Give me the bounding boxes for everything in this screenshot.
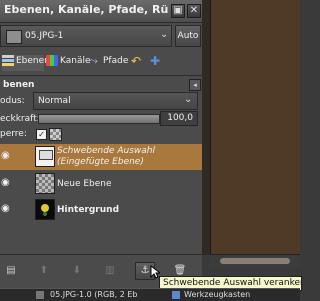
lock-label: perre: xyxy=(0,129,27,139)
scrollbar-thumb[interactable] xyxy=(220,258,290,264)
channels-icon xyxy=(46,55,58,66)
taskbar: 05.JPG-1.0 (RGB, 2 Eb Werkzeugkasten xyxy=(0,288,300,301)
mode-select[interactable]: Normal ⌄ xyxy=(33,92,198,110)
eye-icon[interactable]: ◉ xyxy=(1,178,13,188)
auto-button[interactable]: Auto xyxy=(175,25,201,47)
layer-thumbnail xyxy=(35,199,55,220)
tab-layers[interactable]: Ebenen xyxy=(2,55,50,71)
image-icon xyxy=(6,30,22,44)
layer-name-subtitle: (Eingefügte Ebene) xyxy=(57,157,144,167)
layer-thumbnail xyxy=(35,173,55,194)
raise-layer-icon[interactable]: ⬆ xyxy=(35,263,53,279)
navigate-icon[interactable]: ✚ xyxy=(150,54,164,70)
opacity-label: eckkraft: xyxy=(0,114,40,124)
tab-paths[interactable]: ⤳ Pfade xyxy=(89,55,129,71)
layer-row-floating-selection[interactable]: ◉ Schwebende Auswahl (Eingefügte Ebene) xyxy=(0,144,202,170)
dock-menu-button[interactable]: ▣ xyxy=(171,4,185,18)
tab-channels[interactable]: Kanäle xyxy=(46,55,91,71)
eye-icon[interactable]: ◉ xyxy=(1,151,13,161)
opacity-slider-fill xyxy=(39,115,159,123)
lock-pixels-checkbox[interactable]: ✓ xyxy=(36,129,47,140)
layer-name: Hintergrund xyxy=(57,205,120,215)
taskbar-item-toolbox[interactable]: Werkzeugkasten xyxy=(184,290,250,299)
dock-titlebar[interactable]: Ebenen, Kanäle, Pfade, Rü ▣ ✕ xyxy=(0,0,202,23)
taskbar-item-image[interactable]: 05.JPG-1.0 (RGB, 2 Eb xyxy=(50,290,137,299)
duplicate-layer-icon[interactable]: ▥ xyxy=(101,263,119,279)
opacity-input[interactable]: 100,0 xyxy=(160,111,198,126)
image-selector[interactable]: 05.JPG-1 ⌄ xyxy=(0,25,172,47)
layer-name: Schwebende Auswahl xyxy=(57,146,155,156)
image-canvas[interactable] xyxy=(202,0,300,255)
paths-icon: ⤳ xyxy=(89,54,98,67)
lower-layer-icon[interactable]: ⬇ xyxy=(68,263,86,279)
image-selector-value: 05.JPG-1 xyxy=(25,31,64,41)
layers-section-title: benen xyxy=(3,80,35,90)
close-icon[interactable]: ✕ xyxy=(187,4,201,18)
undo-icon[interactable]: ↶ xyxy=(131,54,147,70)
layer-row-neue-ebene[interactable]: ◉ Neue Ebene xyxy=(0,171,202,197)
vertical-ruler xyxy=(202,0,211,255)
layer-list: ◉ Schwebende Auswahl (Eingefügte Ebene) … xyxy=(0,144,202,224)
layer-name: Neue Ebene xyxy=(57,179,112,189)
gimp-icon xyxy=(36,291,44,299)
layers-icon xyxy=(2,55,14,66)
chevron-down-icon: ⌄ xyxy=(184,94,193,105)
dock-tabs: Ebenen Kanäle ⤳ Pfade ↶ ✚ xyxy=(0,51,202,75)
toolbox-icon xyxy=(172,291,180,299)
panel-menu-icon[interactable]: ◂ xyxy=(189,79,201,91)
divider xyxy=(0,75,202,76)
layers-dock: Ebenen, Kanäle, Pfade, Rü ▣ ✕ 05.JPG-1 ⌄… xyxy=(0,0,202,300)
mode-label: odus: xyxy=(0,96,25,106)
eye-icon[interactable]: ◉ xyxy=(1,204,13,214)
new-layer-icon[interactable]: ▤ xyxy=(2,263,20,279)
mode-value: Normal xyxy=(38,96,71,106)
lock-alpha-icon[interactable] xyxy=(49,128,62,141)
dock-title: Ebenen, Kanäle, Pfade, Rü xyxy=(4,3,169,16)
layer-thumbnail xyxy=(35,146,55,167)
opacity-slider[interactable] xyxy=(38,114,160,124)
layer-row-hintergrund[interactable]: ◉ Hintergrund xyxy=(0,197,202,223)
chevron-down-icon: ⌄ xyxy=(160,29,169,40)
horizontal-scrollbar[interactable] xyxy=(210,254,300,267)
